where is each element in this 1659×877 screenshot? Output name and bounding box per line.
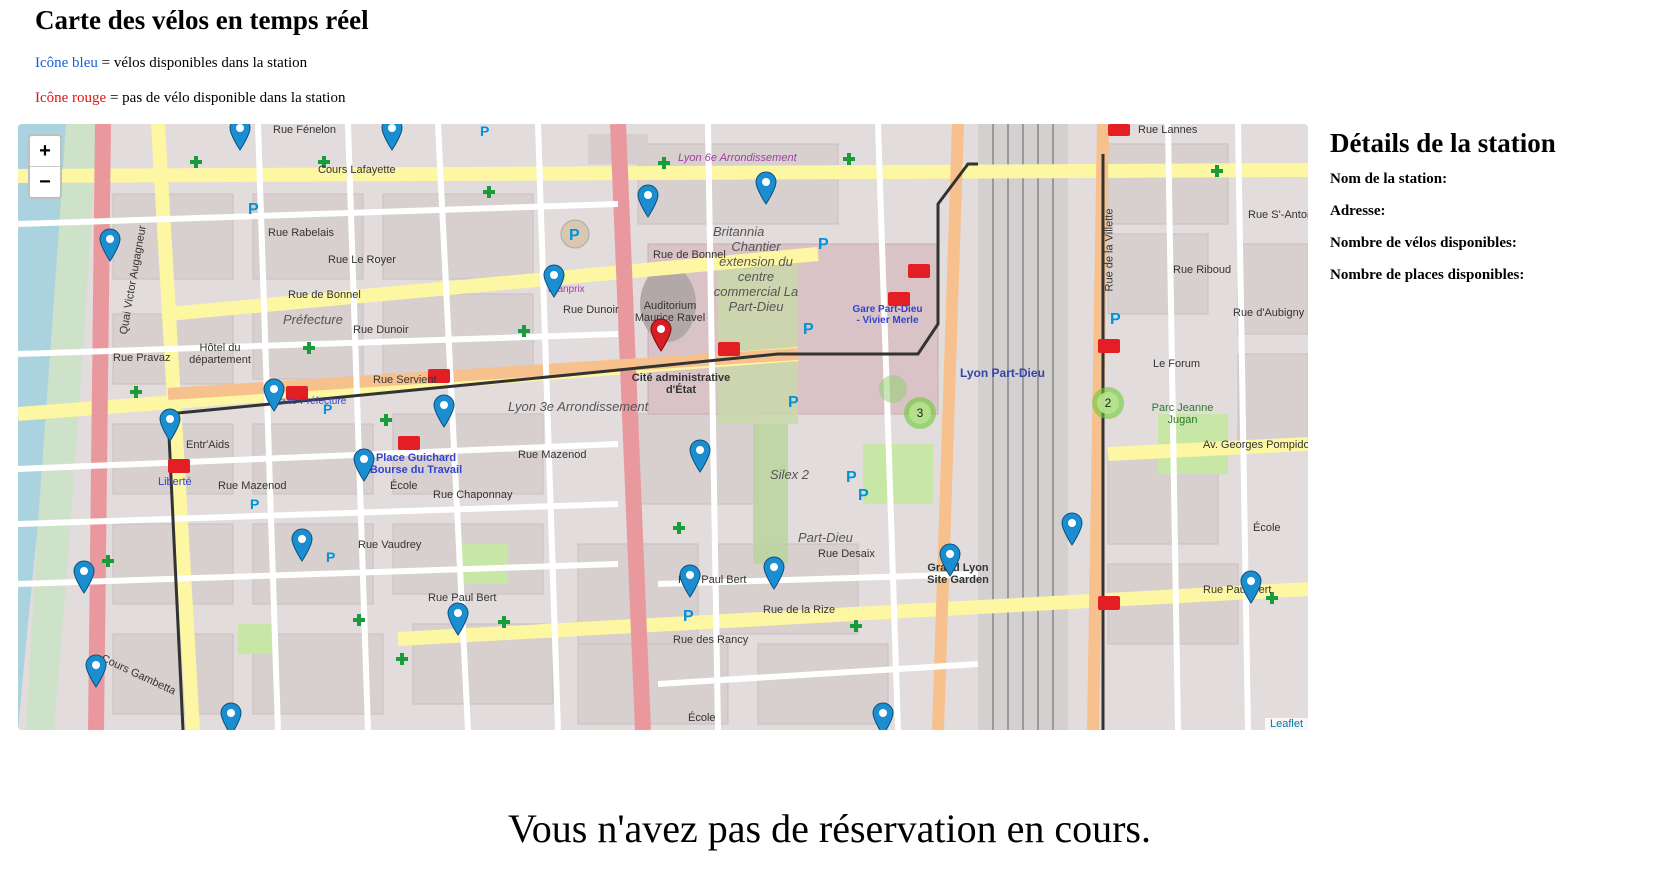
svg-text:P: P [569, 227, 580, 244]
station-marker-blue[interactable] [637, 184, 659, 218]
label-liberte: Liberté [158, 476, 192, 488]
station-marker-blue[interactable] [939, 543, 961, 577]
label-rue-de-la-villette: Rue de la Villette [1103, 208, 1116, 292]
bike-map[interactable]: P P P P P P P P P P P P P Cours Lafayett… [18, 124, 1308, 730]
label-le-forum: Le Forum [1153, 358, 1201, 370]
label-cours-lafayette: Cours Lafayette [318, 164, 396, 176]
station-marker-blue[interactable] [763, 556, 785, 590]
svg-text:P: P [250, 496, 259, 512]
label-av-georges-pompidou: Av. Georges Pompidou [1203, 439, 1308, 451]
label-hotel-departement: Hôtel du département [189, 342, 251, 366]
svg-text:P: P [683, 608, 694, 625]
label-britannia: Britannia [713, 224, 765, 239]
station-marker-blue[interactable] [1061, 512, 1083, 546]
station-marker-blue[interactable] [679, 564, 701, 598]
label-rue-dunoir-2: Rue Dunoir [563, 304, 619, 316]
label-lyon-part-dieu: Lyon Part-Dieu [960, 366, 1045, 380]
legend-blue-label: Icône bleu [35, 55, 98, 71]
label-rue-desaix: Rue Desaix [818, 548, 875, 560]
legend-red: Icône rouge = pas de vélo disponible dan… [35, 90, 345, 107]
station-details-panel: Détails de la station Nom de la station:… [1330, 128, 1650, 299]
svg-text:P: P [788, 394, 799, 411]
station-marker-blue[interactable] [229, 124, 251, 151]
label-rue-chaponnay: Rue Chaponnay [433, 489, 513, 501]
svg-text:P: P [803, 321, 814, 338]
label-rue-de-la-rize: Rue de la Rize [763, 604, 836, 616]
label-rue-mazenod: Rue Mazenod [218, 480, 287, 492]
label-silex: Silex 2 [770, 467, 810, 482]
station-marker-blue[interactable] [99, 228, 121, 262]
label-place-guichard: Place Guichard Bourse du Travail [369, 452, 463, 476]
label-ecole-2: École [688, 712, 716, 724]
label-rue-servient: Rue Servient [373, 374, 437, 386]
label-ecole: École [390, 480, 418, 492]
label-rue-fenelon: Rue Fénelon [273, 124, 336, 136]
station-marker-red[interactable] [650, 318, 672, 352]
label-ecole-3: École [1253, 522, 1281, 534]
label-rue-lannes: Rue Lannes [1138, 124, 1198, 136]
svg-text:P: P [846, 469, 857, 486]
label-prefecture: Préfecture [283, 312, 343, 327]
label-rue-le-royer: Rue Le Royer [328, 254, 396, 266]
marker-cluster[interactable]: 2 [1092, 387, 1124, 419]
legend-blue: Icône bleu = vélos disponibles dans la s… [35, 55, 307, 72]
cluster-count: 2 [1097, 392, 1119, 414]
zoom-in-button[interactable]: + [30, 136, 60, 166]
label-rue-d-aubigny: Rue d'Aubigny [1233, 307, 1305, 319]
label-rue-mazenod-2: Rue Mazenod [518, 449, 587, 461]
label-chantier: Chantier extension du centre commercial … [713, 239, 799, 314]
label-parc-jeanne-jugan: Parc Jeanne Jugan [1151, 402, 1214, 426]
svg-text:P: P [818, 236, 829, 253]
label-part-dieu: Part-Dieu [798, 530, 853, 545]
station-places-label: Nombre de places disponibles: [1330, 267, 1525, 283]
station-marker-blue[interactable] [291, 528, 313, 562]
station-marker-blue[interactable] [73, 560, 95, 594]
station-bikes-label: Nombre de vélos disponibles: [1330, 235, 1517, 251]
station-details-title: Détails de la station [1330, 128, 1556, 158]
station-marker-blue[interactable] [220, 702, 242, 730]
station-marker-blue[interactable] [755, 171, 777, 205]
station-marker-blue[interactable] [689, 439, 711, 473]
label-rue-des-rancy: Rue des Rancy [673, 634, 749, 646]
station-marker-blue[interactable] [433, 394, 455, 428]
legend-blue-text: = vélos disponibles dans la station [97, 55, 308, 71]
legend-red-text: = pas de vélo disponible dans la station [106, 90, 346, 106]
label-rue-dunoir: Rue Dunoir [353, 324, 409, 336]
station-marker-blue[interactable] [543, 264, 565, 298]
label-rue-vaudrey: Rue Vaudrey [358, 539, 422, 551]
label-rue-st-antoine: Rue S'-Antoine [1248, 209, 1308, 221]
station-address-label: Adresse: [1330, 203, 1386, 219]
cluster-count: 3 [909, 402, 931, 424]
station-marker-blue[interactable] [872, 702, 894, 730]
legend-red-label: Icône rouge [35, 90, 107, 106]
svg-text:P: P [1110, 311, 1121, 328]
label-lyon-6e: Lyon 6e Arrondissement [678, 152, 797, 164]
svg-text:P: P [248, 201, 259, 218]
label-rue-pravaz: Rue Pravaz [113, 352, 171, 364]
svg-text:P: P [480, 124, 489, 139]
svg-text:P: P [858, 487, 869, 504]
svg-text:P: P [326, 549, 335, 565]
leaflet-attribution-link[interactable]: Leaflet [1264, 718, 1308, 730]
label-lyon-3e: Lyon 3e Arrondissement [508, 399, 649, 414]
marker-cluster[interactable]: 3 [904, 397, 936, 429]
zoom-control: + − [28, 134, 62, 199]
label-entr-aids: Entr'Aids [186, 439, 230, 451]
station-marker-blue[interactable] [85, 654, 107, 688]
station-marker-blue[interactable] [1240, 570, 1262, 604]
station-marker-blue[interactable] [447, 602, 469, 636]
label-rue-rabelais: Rue Rabelais [268, 227, 335, 239]
page-title: Carte des vélos en temps réel [35, 5, 369, 35]
label-rue-de-bonnel: Rue de Bonnel [288, 289, 361, 301]
label-cite-administrative: Cité administrative d'État [631, 372, 731, 396]
station-marker-blue[interactable] [159, 408, 181, 442]
station-marker-blue[interactable] [353, 448, 375, 482]
zoom-out-button[interactable]: − [30, 166, 60, 197]
station-marker-blue[interactable] [263, 378, 285, 412]
station-marker-blue[interactable] [381, 124, 403, 151]
station-name-label: Nom de la station: [1330, 171, 1448, 187]
label-rue-riboud: Rue Riboud [1173, 264, 1232, 276]
label-gare-part-dieu-vivier-merle: Gare Part-Dieu - Vivier Merle [852, 304, 923, 326]
reservation-status: Vous n'avez pas de réservation en cours. [508, 806, 1151, 851]
